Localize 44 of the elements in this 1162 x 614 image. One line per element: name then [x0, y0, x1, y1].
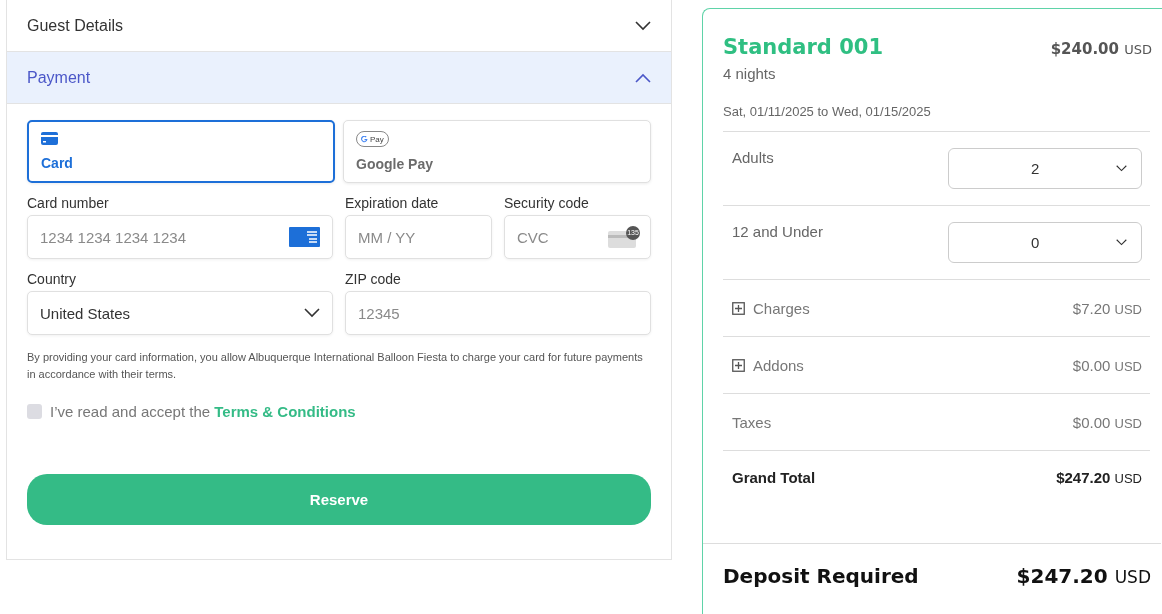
accordion-header[interactable]: Payment	[7, 52, 671, 104]
line-label: Addons	[753, 356, 804, 374]
line-amount: $0.00 USD	[1072, 413, 1142, 431]
input-field[interactable]: 12345	[345, 291, 651, 335]
terms-text: I’ve read and accept the Terms & Conditions	[50, 403, 356, 420]
field-label: Security code	[504, 195, 590, 211]
line-label: Grand Total	[732, 469, 816, 486]
line-amount: $7.20 USD	[1072, 299, 1142, 317]
section-title: Payment	[27, 68, 91, 87]
chevron-down-icon	[1116, 239, 1127, 246]
chevron-down-icon	[1116, 165, 1127, 172]
credit-card-icon	[41, 132, 58, 145]
consent-text: By providing your card information, you allow Albuquerque International Balloon Fiesta to charge your card for future payments in accordance with their terms.	[27, 350, 644, 382]
guest-count-select[interactable]: 0	[948, 222, 1142, 263]
deposit-amount: $247.20 USD	[1016, 564, 1151, 588]
input-field[interactable]: 1234 1234 1234 1234	[27, 215, 333, 259]
field-label: ZIP code	[345, 271, 402, 287]
line-label: Charges	[753, 299, 810, 317]
guest-label: Adults	[732, 149, 774, 166]
field-label: Card number	[27, 195, 110, 211]
line-amount: $0.00 USD	[1072, 356, 1142, 374]
input-field[interactable]: MM / YY	[345, 215, 492, 259]
card-brand-icon	[289, 227, 320, 247]
field-label: Country	[27, 271, 78, 287]
line-label: Taxes	[732, 413, 772, 431]
expand-icon[interactable]	[732, 358, 745, 372]
date-range: Sat, 01/11/2025 to Wed, 01/15/2025	[723, 104, 1150, 132]
payment-method-tab[interactable]: Pay Google Pay	[343, 120, 651, 183]
checkbox[interactable]	[27, 404, 42, 419]
payment-method-tab[interactable]: Card	[27, 120, 335, 183]
room-price: $240.00 USD	[1050, 40, 1152, 58]
chevron-icon	[635, 20, 651, 31]
chevron-icon	[635, 72, 651, 83]
guest-label: 12 and Under	[732, 223, 823, 240]
country-select[interactable]: United States	[27, 291, 333, 335]
section-title: Guest Details	[27, 16, 124, 35]
guest-count-select[interactable]: 2	[948, 148, 1142, 189]
deposit-label: Deposit Required	[723, 564, 919, 588]
field-label: Expiration date	[345, 195, 440, 211]
line-amount: $247.20 USD	[1056, 469, 1142, 486]
chevron-down-icon	[304, 308, 320, 318]
room-name: Standard 001	[723, 35, 884, 59]
nights-text: 4 nights	[723, 65, 777, 82]
expand-icon[interactable]	[732, 301, 745, 315]
